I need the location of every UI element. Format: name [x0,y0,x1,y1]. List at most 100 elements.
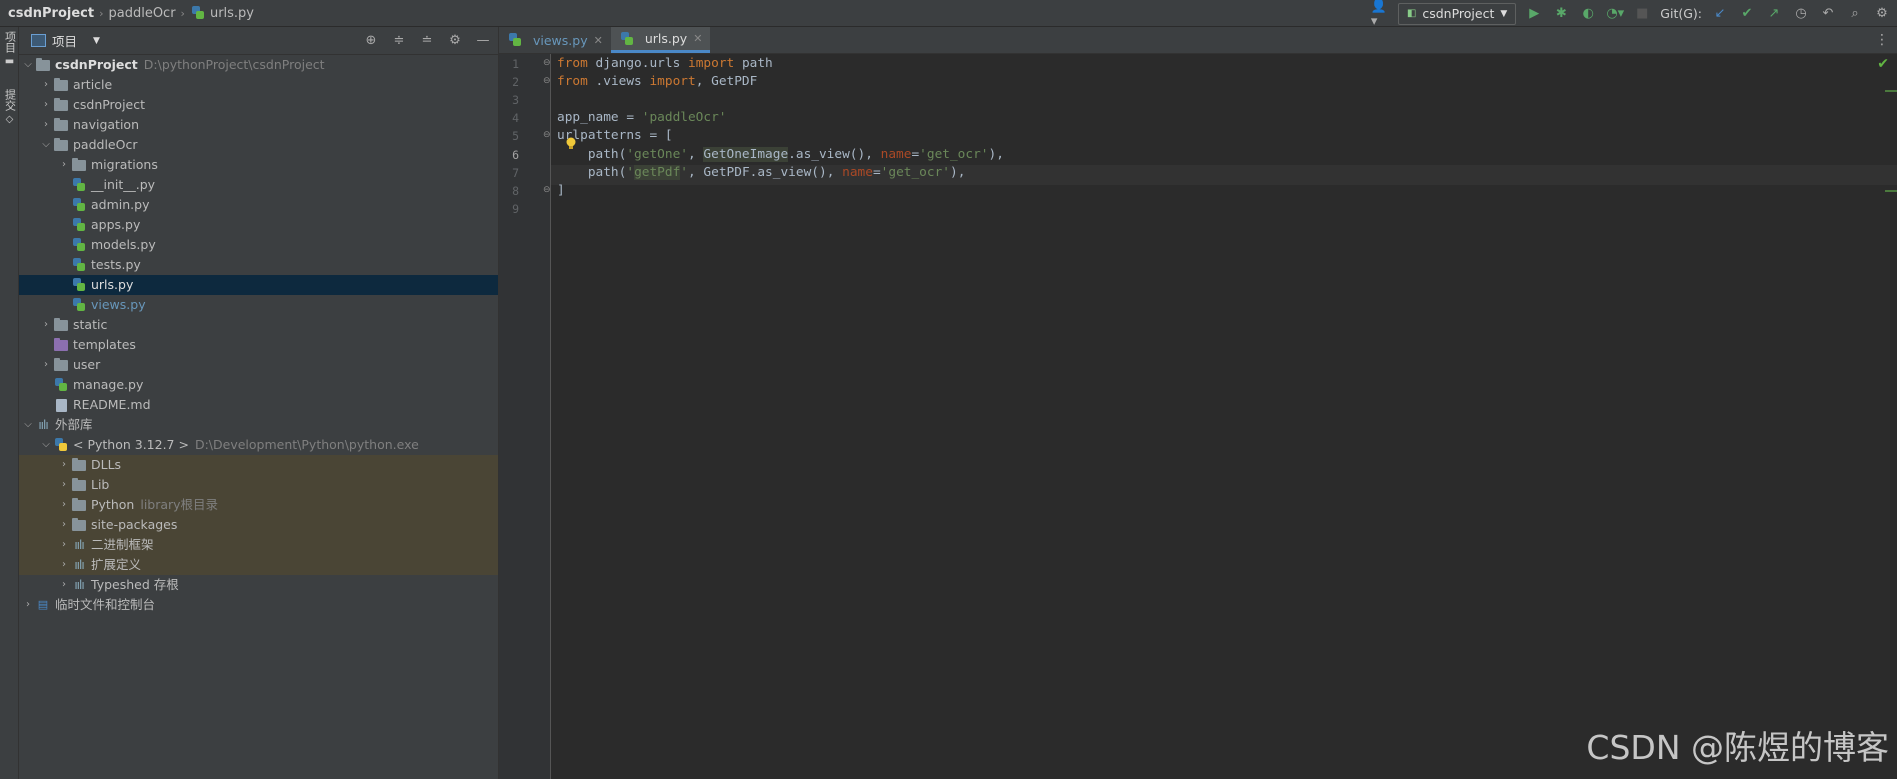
commit-tool-button[interactable]: 提交 ◇ [2,89,17,125]
debug-icon[interactable]: ✱ [1552,5,1570,23]
search-icon[interactable]: ⌕ [1846,5,1864,23]
tree-item-csdnproject[interactable]: › csdnProject [19,95,498,115]
tree-item-views[interactable]: views.py [19,295,498,315]
tree-item-label: csdnProject [55,57,138,72]
code-text: path [734,56,773,71]
project-view-selector[interactable]: 项目 ▼ [31,31,100,50]
tree-item-init[interactable]: __init__.py [19,175,498,195]
chevron-down-icon: ▼ [1500,8,1508,19]
chevron-right-icon[interactable]: › [57,475,71,495]
chevron-right-icon[interactable]: › [39,115,53,135]
tree-item-binary[interactable]: › ıılı 二进制框架 [19,535,498,555]
close-icon[interactable]: ✕ [594,34,603,47]
stop-icon[interactable]: ■ [1633,5,1651,23]
tree-item-migrations[interactable]: › migrations [19,155,498,175]
tree-item-apps[interactable]: apps.py [19,215,498,235]
breadcrumb-project[interactable]: csdnProject [8,6,94,21]
expand-all-icon[interactable]: ≑ [390,31,408,49]
tree-item-static[interactable]: › static [19,315,498,335]
hide-icon[interactable]: — [474,31,492,49]
chevron-right-icon[interactable]: › [57,575,71,595]
tab-urls-py[interactable]: urls.py ✕ [610,27,711,53]
tree-item-templates[interactable]: templates [19,335,498,355]
tree-item-article[interactable]: › article [19,75,498,95]
project-tool-button[interactable]: 项目 ▬ [2,31,17,67]
code-text: = [911,147,920,162]
tab-label: views.py [533,32,588,48]
breadcrumb-file[interactable]: urls.py [210,6,254,21]
django-icon: ◧ [1406,8,1417,19]
profile-icon[interactable]: ◔▾ [1606,5,1624,23]
tree-item-paddleocr[interactable]: ⌵ paddleOcr [19,135,498,155]
chevron-right-icon[interactable]: › [57,455,71,475]
chevron-right-icon[interactable]: › [39,355,53,375]
tree-item-admin[interactable]: admin.py [19,195,498,215]
tree-item-python-sdk[interactable]: ⌵ < Python 3.12.7 > D:\Development\Pytho… [19,435,498,455]
collapse-all-icon[interactable]: ≐ [418,31,436,49]
tree-item-scratches[interactable]: › ▤ 临时文件和控制台 [19,595,498,615]
fold-marker-icon[interactable]: ⊖ [543,59,551,68]
close-icon[interactable]: ✕ [693,32,702,45]
git-push-icon[interactable]: ↗ [1765,5,1783,23]
tab-views-py[interactable]: views.py ✕ [499,27,611,53]
chevron-right-icon[interactable]: › [57,535,71,555]
tree-item-label: migrations [91,157,158,172]
chevron-right-icon[interactable]: › [57,515,71,535]
tree-item-navigation[interactable]: › navigation [19,115,498,135]
code-editor[interactable]: 1 2 3 4 5 6 7 8 9 ⊖ ⊖ ⊖ ⊖ from django.ur… [499,54,1897,779]
chevron-right-icon[interactable]: › [21,595,35,615]
tree-item-tests[interactable]: tests.py [19,255,498,275]
gear-icon[interactable]: ⚙ [446,31,464,49]
change-marker[interactable] [1885,190,1897,192]
history-icon[interactable]: ◷ [1792,5,1810,23]
tree-item-external-libs[interactable]: ⌵ ıılı 外部库 [19,415,498,435]
tree-item-user[interactable]: › user [19,355,498,375]
settings-icon[interactable]: ⚙ [1873,5,1891,23]
coverage-icon[interactable]: ◐ [1579,5,1597,23]
tree-item-root[interactable]: ⌵ csdnProject D:\pythonProject\csdnProje… [19,55,498,75]
user-icon[interactable]: 👤▾ [1371,0,1389,29]
run-icon[interactable]: ▶ [1525,5,1543,23]
python-file-icon [619,31,635,47]
fold-marker-icon[interactable]: ⊖ [543,186,551,195]
chevron-down-icon[interactable]: ⌵ [21,55,35,75]
chevron-right-icon[interactable]: › [57,495,71,515]
python-file-icon [53,377,69,393]
chevron-right-icon[interactable]: › [57,555,71,575]
chevron-down-icon[interactable]: ⌵ [39,135,53,155]
tree-item-manage[interactable]: manage.py [19,375,498,395]
fold-marker-icon[interactable]: ⊖ [543,131,551,140]
tree-item-python-lib[interactable]: › Python library根目录 [19,495,498,515]
folder-icon: ▬ [4,56,15,67]
tree-item-typeshed[interactable]: › ıılı Typeshed 存根 [19,575,498,595]
breadcrumb-separator: › [99,6,104,20]
inspection-ok-icon[interactable]: ✔ [1877,56,1889,72]
chevron-right-icon[interactable]: › [57,155,71,175]
locate-icon[interactable]: ⊕ [362,31,380,49]
chevron-down-icon[interactable]: ⌵ [39,435,53,455]
chevron-right-icon[interactable]: › [39,95,53,115]
tree-item-label: article [73,77,113,92]
more-options-icon[interactable]: ⋮ [1875,32,1889,48]
chevron-right-icon[interactable]: › [39,75,53,95]
tree-item-models[interactable]: models.py [19,235,498,255]
project-pane: 项目 ▼ ⊕ ≑ ≐ ⚙ — ⌵ csdnProject D:\pythonPr… [19,27,499,779]
chevron-right-icon[interactable]: › [39,315,53,335]
git-update-icon[interactable]: ↙ [1711,5,1729,23]
change-marker[interactable] [1885,90,1897,92]
tree-item-readme[interactable]: README.md [19,395,498,415]
project-pane-title: 项目 [52,34,78,49]
rollback-icon[interactable]: ↶ [1819,5,1837,23]
chevron-down-icon[interactable]: ⌵ [21,415,35,435]
git-commit-icon[interactable]: ✔ [1738,5,1756,23]
tree-item-lib[interactable]: › Lib [19,475,498,495]
fold-marker-icon[interactable]: ⊖ [543,77,551,86]
tree-item-label: views.py [91,297,146,312]
lightbulb-icon[interactable] [565,137,577,151]
tree-item-extensions[interactable]: › ıılı 扩展定义 [19,555,498,575]
breadcrumb-folder[interactable]: paddleOcr [108,6,175,21]
tree-item-site-packages[interactable]: › site-packages [19,515,498,535]
run-config-selector[interactable]: ◧ csdnProject ▼ [1397,2,1517,25]
tree-item-dlls[interactable]: › DLLs [19,455,498,475]
tree-item-urls[interactable]: urls.py [19,275,498,295]
